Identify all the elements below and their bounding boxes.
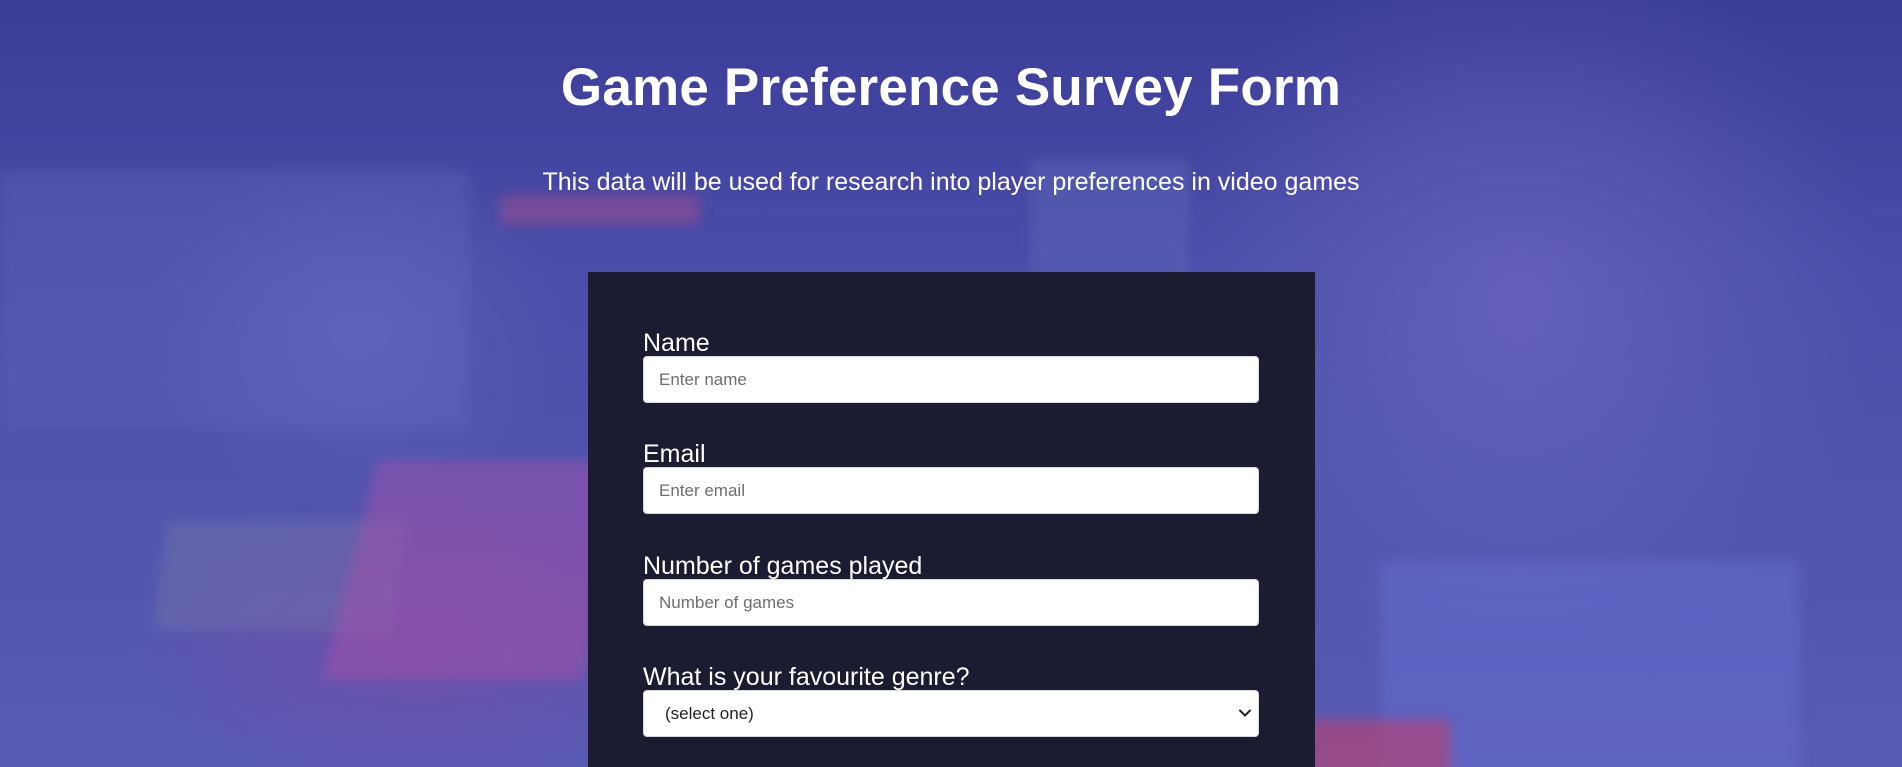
name-label: Name (643, 329, 710, 357)
genre-select[interactable]: (select one) (643, 690, 1259, 737)
survey-form: Name Email Number of games played What i… (588, 272, 1315, 767)
genre-select-value: (select one) (665, 704, 754, 723)
games-played-label: Number of games played (643, 552, 923, 580)
background-shape (0, 170, 470, 430)
chevron-down-icon (1239, 709, 1251, 717)
background-shape (500, 195, 700, 225)
genre-label: What is your favourite genre? (643, 663, 970, 691)
email-label: Email (643, 440, 706, 468)
email-input[interactable] (643, 467, 1259, 514)
name-input[interactable] (643, 356, 1259, 403)
page-description: This data will be used for research into… (542, 168, 1360, 196)
games-played-input[interactable] (643, 579, 1259, 626)
page-title: Game Preference Survey Form (560, 58, 1342, 117)
